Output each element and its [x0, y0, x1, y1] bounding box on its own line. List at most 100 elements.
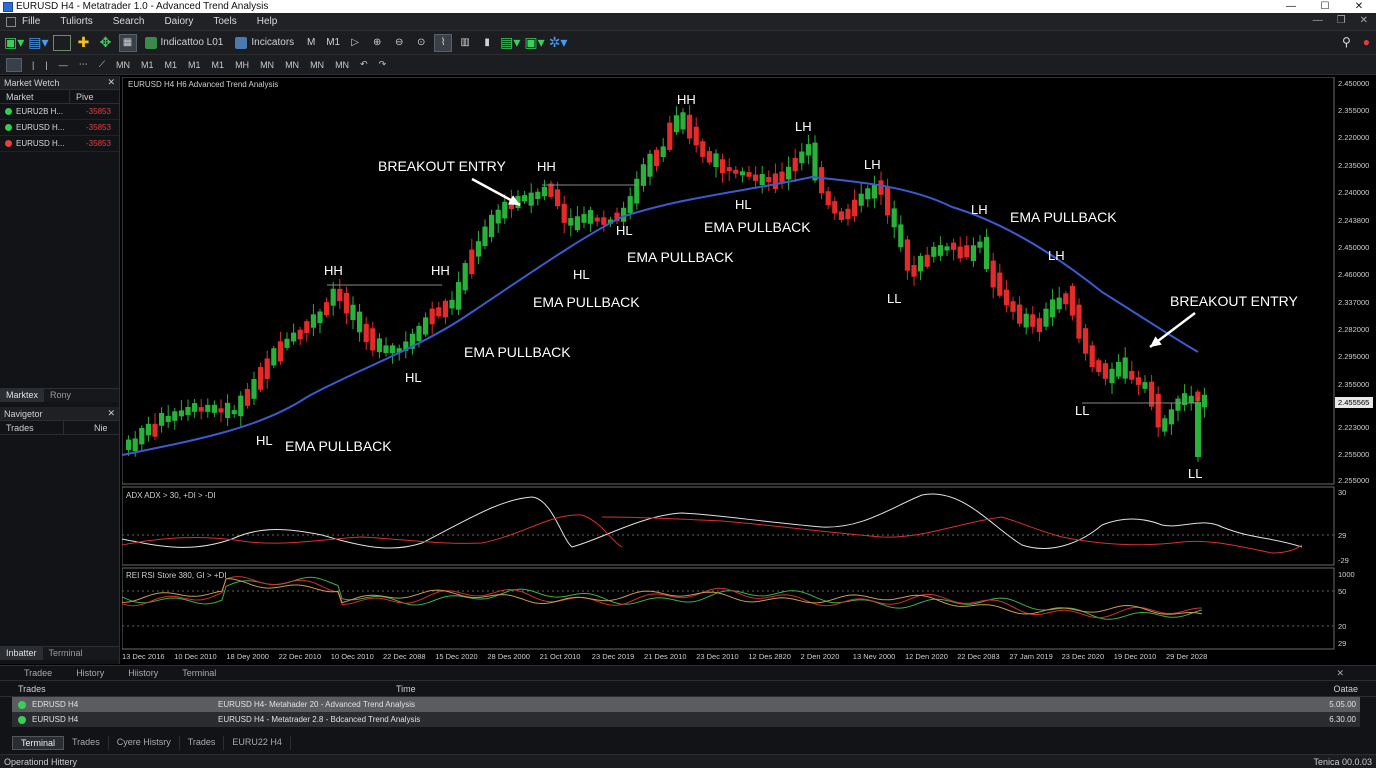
candle-body	[726, 167, 732, 172]
tf-m1-button[interactable]: M1	[324, 34, 342, 52]
cursor-tool-icon[interactable]	[6, 57, 22, 72]
minimize-icon[interactable]: —	[1274, 0, 1308, 13]
chart-window-icon[interactable]	[52, 34, 71, 51]
candle-body	[489, 214, 495, 238]
template-icon[interactable]: ▤▾	[500, 34, 520, 52]
tf-mn-e[interactable]: MN	[335, 60, 349, 70]
annotation-label: HL	[405, 370, 422, 385]
price-chart-svg[interactable]: EURUSD H4 H6 Advanced Trend Analysis ADX…	[121, 76, 1376, 662]
zoom-fit-icon[interactable]: ⊙	[412, 34, 430, 52]
chart-area[interactable]: EURUSD H4 H6 Advanced Trend Analysis ADX…	[121, 76, 1376, 662]
trendline-icon[interactable]: ⟋	[99, 59, 105, 70]
tf-m1-d[interactable]: M1	[212, 60, 225, 70]
tab-history2-top[interactable]: Hiistory	[128, 668, 158, 678]
tab-trades-bot[interactable]: Trades	[64, 736, 109, 750]
candle-body	[819, 167, 825, 194]
table-row[interactable]: EDRUSD H4 EURUSD H4- Metahader 20 - Adva…	[12, 697, 1360, 712]
profiles-icon[interactable]: ▤▾	[28, 34, 48, 52]
move-icon[interactable]: ✥	[97, 34, 115, 52]
indicators-button-1[interactable]: Indicattoo L01	[141, 34, 228, 52]
tf-mn[interactable]: MN	[116, 60, 130, 70]
tf-m1-c[interactable]: M1	[188, 60, 201, 70]
tab-symbol-bot[interactable]: EURU22 H4	[224, 736, 291, 750]
indicators-button-2[interactable]: Incicators	[231, 34, 298, 52]
market-watch-close-icon[interactable]: ✕	[107, 77, 115, 88]
table-row[interactable]: EURUSD H4 EURUSD H4 - Metatrader 2.8 - B…	[12, 712, 1360, 727]
tab-trades2-bot[interactable]: Trades	[180, 736, 225, 750]
menu-tools[interactable]: Toels	[213, 16, 236, 27]
col-trades-term[interactable]: Trades	[18, 684, 46, 694]
zoom-out-icon[interactable]: ⊖	[390, 34, 408, 52]
tf-mn-d[interactable]: MN	[310, 60, 324, 70]
play-icon[interactable]: ▷	[346, 34, 364, 52]
bar-chart-icon[interactable]: ▥	[456, 34, 474, 52]
market-row[interactable]: EURUSD H... -35853	[0, 120, 119, 136]
chart-grid-icon[interactable]: ▦	[118, 33, 137, 52]
candle-chart-icon[interactable]: ▮	[478, 34, 496, 52]
market-row[interactable]: EURU2B H... -35853	[0, 104, 119, 120]
candle-body	[858, 193, 864, 206]
horizontal-line-icon[interactable]: —	[59, 60, 68, 70]
candle-body	[482, 226, 488, 247]
tab-rony[interactable]: Rony	[44, 389, 77, 402]
menu-history[interactable]: Daiory	[164, 16, 193, 27]
col-time[interactable]: Time	[396, 684, 416, 694]
status-dot-icon	[18, 715, 26, 724]
doc-icon[interactable]	[6, 16, 16, 27]
dotted-line-icon[interactable]: ⋯	[79, 59, 88, 70]
tab-terminal-bot[interactable]: Terminal	[12, 736, 65, 750]
candle-body	[574, 216, 580, 231]
menu-file[interactable]: Fille	[22, 16, 40, 27]
maximize-icon[interactable]: ☐	[1308, 0, 1342, 13]
new-chart-icon[interactable]: ▣▾	[4, 34, 24, 52]
tab-terminal-top[interactable]: Terminal	[182, 668, 216, 678]
candle-body	[449, 299, 455, 309]
col-trades[interactable]: Trades	[0, 421, 64, 434]
col-nie[interactable]: Nie	[64, 421, 114, 434]
tab-history-bot[interactable]: Cyere Histsry	[109, 736, 180, 750]
candle-body	[772, 173, 778, 190]
search-icon[interactable]: ⚲	[1342, 35, 1351, 49]
menu-help[interactable]: Help	[257, 16, 278, 27]
alert-icon[interactable]: ●	[1363, 35, 1370, 49]
tf-mn-c[interactable]: MN	[285, 60, 299, 70]
col-value[interactable]: Oatae	[1333, 684, 1358, 694]
zoom-in-icon[interactable]: ⊕	[368, 34, 386, 52]
crosshair-add-icon[interactable]: ✚	[75, 34, 93, 52]
undo-icon[interactable]: ↶	[360, 59, 368, 70]
child-minimize-icon[interactable]: —	[1313, 15, 1323, 26]
tab-trades-top[interactable]: Tradee	[24, 668, 52, 678]
menu-search[interactable]: Search	[113, 16, 145, 27]
tf-mn-b[interactable]: MN	[260, 60, 274, 70]
separator-icon: |	[45, 59, 48, 70]
navigator-close-icon[interactable]: ✕	[107, 408, 115, 419]
export-icon[interactable]: ▣▾	[524, 34, 544, 52]
terminal-close-icon[interactable]: ✕	[1336, 668, 1344, 679]
annotation-label: EMA PULLBACK	[1010, 209, 1117, 225]
col-price[interactable]: Pive	[70, 90, 100, 103]
settings-gear-icon[interactable]: ✲▾	[549, 34, 568, 52]
tab-market[interactable]: Marktex	[0, 389, 45, 402]
annotation-label: EMA PULLBACK	[464, 344, 571, 360]
line-chart-icon[interactable]: ⌇	[434, 33, 453, 52]
tab-terminal[interactable]: Terminal	[43, 647, 89, 660]
tf-m-button[interactable]: M	[302, 34, 320, 52]
annotation-label: EMA PULLBACK	[285, 438, 392, 454]
tab-history-top[interactable]: History	[76, 668, 104, 678]
tf-m1-a[interactable]: M1	[141, 60, 154, 70]
redo-icon[interactable]: ↷	[379, 59, 387, 70]
date-tick-label: 29 Der 2028	[1166, 652, 1207, 661]
child-restore-icon[interactable]: ❐	[1337, 15, 1346, 26]
market-row[interactable]: EURUSD H... -35853	[0, 136, 119, 152]
price-tick-label: 2.240000	[1338, 188, 1369, 197]
candle-body	[720, 159, 726, 174]
close-icon[interactable]: ✕	[1342, 0, 1376, 13]
menu-view[interactable]: Tuliorts	[60, 16, 92, 27]
tf-m1-b[interactable]: M1	[165, 60, 178, 70]
tab-indicator[interactable]: Inbatter	[0, 647, 43, 660]
tf-mh[interactable]: MH	[235, 60, 249, 70]
col-market[interactable]: Market	[0, 90, 70, 103]
child-close-icon[interactable]: ✕	[1360, 15, 1368, 26]
candle-body	[931, 246, 937, 257]
vertical-line-icon[interactable]: |	[32, 60, 34, 70]
